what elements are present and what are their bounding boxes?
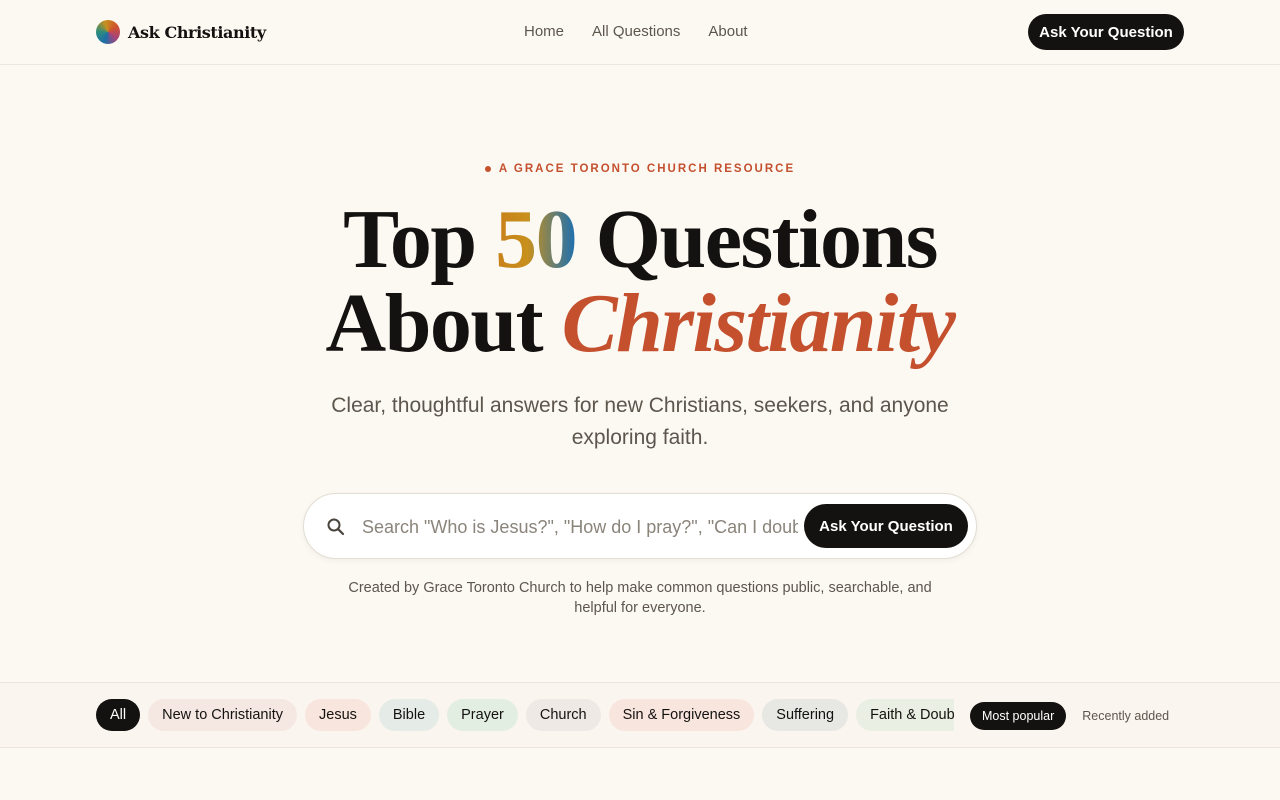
category-chip[interactable]: Prayer	[447, 699, 518, 731]
search-bar: Ask Your Question	[303, 493, 977, 559]
search-ask-question-button[interactable]: Ask Your Question	[804, 504, 968, 548]
sort-most-popular[interactable]: Most popular	[970, 702, 1067, 730]
category-chip[interactable]: Sin & Forgiveness	[608, 699, 755, 731]
site-header: Ask Christianity Home All Questions Abou…	[0, 0, 1280, 65]
title-line-2: About Christianity	[0, 282, 1280, 366]
title-number: 50	[495, 193, 578, 286]
category-chip[interactable]: Church	[525, 699, 601, 731]
nav-home[interactable]: Home	[524, 22, 564, 42]
sort-recently-added[interactable]: Recently added	[1070, 702, 1181, 730]
search-input[interactable]	[360, 508, 800, 546]
filter-bar: All New to Christianity Jesus Bible Prayer Ch…	[0, 682, 1280, 748]
nav-all-questions[interactable]: All Questions	[592, 22, 680, 42]
eyebrow-text: A GRACE TORONTO CHURCH RESOURCE	[498, 163, 796, 175]
title-line-1: Top 50 Questions	[0, 198, 1280, 282]
brand-link[interactable]: Ask Christianity	[96, 20, 266, 44]
category-chip[interactable]: Jesus	[305, 699, 371, 731]
category-chip[interactable]: All	[96, 699, 141, 731]
main-nav: Home All Questions About	[524, 22, 748, 42]
category-chip[interactable]: Bible	[378, 699, 440, 731]
logo-icon	[96, 20, 120, 44]
title-accent: Christianity	[561, 277, 956, 370]
category-chip[interactable]: Faith & Doubt	[856, 699, 954, 731]
eyebrow: A GRACE TORONTO CHURCH RESOURCE	[0, 160, 1280, 178]
brand-name: Ask Christianity	[128, 22, 266, 42]
page-title: Top 50 Questions About Christianity	[0, 198, 1280, 366]
title-questions: Questions	[576, 193, 939, 286]
search-icon	[326, 517, 346, 537]
sort-controls: Most popular Recently added	[970, 702, 1181, 730]
hero-subtitle: Clear, thoughtful answers for new Christ…	[331, 394, 949, 449]
title-about: About	[325, 277, 562, 370]
credit-text: Created by Grace Toronto Church to help …	[348, 580, 932, 616]
category-chip[interactable]: Suffering	[762, 699, 849, 731]
category-chip[interactable]: New to Christianity	[148, 699, 297, 731]
header-ask-question-button[interactable]: Ask Your Question	[1028, 14, 1184, 50]
nav-about[interactable]: About	[708, 22, 747, 42]
eyebrow-dot-icon	[484, 166, 491, 172]
category-chips: All New to Christianity Jesus Bible Prayer Ch…	[96, 699, 954, 731]
title-top: Top	[343, 193, 496, 286]
category-chips-scroller[interactable]: All New to Christianity Jesus Bible Prayer Ch…	[96, 699, 954, 733]
